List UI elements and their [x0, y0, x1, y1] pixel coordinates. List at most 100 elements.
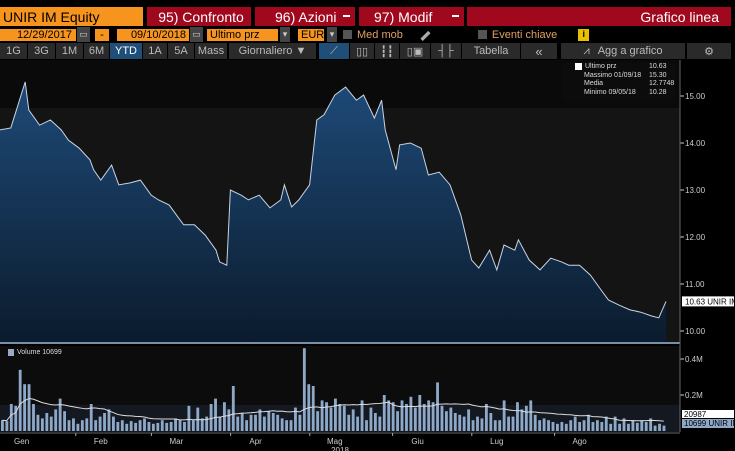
volume-bar: [298, 414, 302, 431]
volume-bar: [160, 420, 164, 431]
ticker-field[interactable]: UNIR IM Equity: [0, 7, 143, 26]
field-select[interactable]: Ultimo prz: [207, 28, 278, 41]
ohlc-icon[interactable]: ┤├: [431, 43, 461, 59]
info-icon[interactable]: i: [578, 28, 590, 41]
volume-bar: [311, 386, 315, 431]
volume-bar: [120, 420, 124, 431]
volume-bar: [334, 398, 337, 431]
volume-bar: [378, 416, 382, 431]
y-tick-label: 14.00: [685, 139, 706, 148]
volume-bar: [391, 402, 395, 431]
legend-max-label: Massimo 01/09/18: [584, 71, 642, 79]
volume-bar: [1, 420, 4, 431]
add-to-chart-button[interactable]: ⩘ Agg a grafico: [561, 43, 685, 59]
volume-bar: [573, 416, 577, 431]
volume-bar: [396, 411, 399, 431]
volume-bar: [338, 404, 342, 431]
actions-button[interactable]: 96) Azioni: [255, 7, 355, 26]
compare-button[interactable]: 95) Confronto: [147, 7, 251, 26]
period-6m[interactable]: 6M: [84, 43, 109, 59]
volume-bar: [445, 411, 448, 431]
volume-bar: [422, 404, 426, 431]
table-button[interactable]: Tabella: [462, 43, 520, 59]
period-mass[interactable]: Mass: [195, 43, 227, 59]
volume-bar: [178, 420, 182, 431]
volume-bar: [49, 416, 53, 431]
y-tick-label: 13.00: [685, 186, 706, 195]
compare-chart-icon[interactable]: ▯▣: [400, 43, 430, 59]
volume-bar: [604, 416, 608, 431]
volume-bar: [302, 348, 306, 431]
ma-value-label: 20987: [684, 410, 707, 419]
line-chart-icon[interactable]: ⟋: [319, 43, 349, 59]
volume-bar: [524, 405, 528, 431]
volume-bar: [63, 411, 66, 431]
legend-avg-value: 12.7748: [649, 80, 675, 87]
y-tick-label: 12.00: [685, 233, 706, 242]
volume-bar: [240, 413, 244, 431]
period-5a[interactable]: 5A: [168, 43, 194, 59]
volume-bar: [112, 416, 115, 431]
volume-bar: [387, 400, 391, 431]
moving-avg-checkbox[interactable]: [343, 30, 352, 39]
chart-type-title: Grafico linea: [467, 7, 731, 26]
volume-bar: [285, 420, 288, 431]
period-3g[interactable]: 3G: [28, 43, 55, 59]
end-date-input[interactable]: 09/10/2018: [117, 28, 189, 41]
period-1m[interactable]: 1M: [56, 43, 83, 59]
volume-bar: [440, 405, 444, 431]
volume-bar: [138, 420, 142, 431]
volume-bar: [280, 418, 284, 431]
period-ytd[interactable]: YTD: [110, 43, 142, 59]
volume-bar: [507, 416, 510, 431]
y-tick-label: 15.00: [685, 92, 706, 101]
frequency-select[interactable]: Giornaliero ▼: [229, 43, 316, 59]
volume-bar: [533, 414, 537, 431]
period-1g[interactable]: 1G: [0, 43, 27, 59]
volume-bar: [609, 423, 613, 431]
volume-bar: [627, 423, 630, 431]
volume-bar: [569, 420, 573, 431]
key-events-checkbox[interactable]: [477, 30, 487, 39]
moving-avg-label: Med mob: [357, 28, 403, 41]
currency-select[interactable]: EUR: [298, 28, 324, 41]
period-1a[interactable]: 1A: [143, 43, 167, 59]
chevron-down-icon[interactable]: ▾: [327, 27, 337, 42]
volume-bar: [369, 407, 373, 431]
candlestick-icon[interactable]: ▯▯: [350, 43, 374, 59]
edit-button[interactable]: 97) Modif: [359, 7, 464, 26]
volume-bar: [587, 414, 590, 431]
volume-bar: [582, 420, 586, 431]
collapse-button[interactable]: «: [521, 43, 557, 59]
volume-bar: [356, 416, 360, 431]
volume-bar: [67, 420, 71, 431]
last-price-label: 10.63 UNIR IM: [685, 297, 735, 306]
volume-bar: [129, 421, 133, 431]
volume-y-tick-label: 0.4M: [685, 355, 703, 364]
volume-bar: [320, 400, 324, 431]
bar-chart-icon[interactable]: ┇┇: [375, 43, 399, 59]
volume-bar: [187, 405, 191, 431]
chevron-down-icon: [452, 15, 459, 17]
legend-max-value: 15.30: [649, 71, 667, 79]
volume-bar: [289, 420, 293, 431]
calendar-icon[interactable]: ▭: [190, 27, 203, 42]
volume-bar: [520, 409, 524, 431]
settings-gear-icon[interactable]: ⚙: [687, 43, 731, 59]
year-label: 2018: [331, 446, 349, 451]
volume-bar: [489, 413, 493, 431]
volume-bar: [360, 400, 364, 431]
volume-bar: [85, 418, 89, 431]
volume-bar: [174, 418, 177, 431]
volume-legend: Volume 10699: [3, 349, 62, 356]
date-separator: -: [95, 28, 109, 41]
pencil-icon[interactable]: ▬: [416, 26, 432, 42]
volume-bar: [9, 404, 13, 431]
y-tick-label: 11.00: [685, 280, 705, 289]
calendar-icon[interactable]: ▭: [77, 27, 90, 42]
volume-legend-label: Volume 10699: [17, 349, 62, 356]
volume-bar: [54, 409, 58, 431]
start-date-input[interactable]: 12/29/2017: [0, 28, 76, 41]
volume-bar: [529, 400, 533, 431]
chevron-down-icon[interactable]: ▾: [280, 27, 290, 42]
